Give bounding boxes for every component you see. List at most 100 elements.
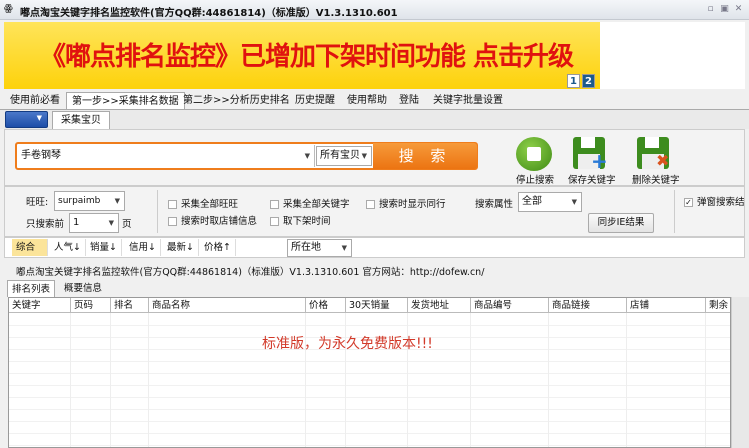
- column-line: [705, 313, 706, 447]
- stop-search-label[interactable]: 停止搜索: [516, 172, 554, 186]
- column-header[interactable]: 商品名称: [149, 298, 306, 313]
- wangwang-value: surpaimb: [58, 196, 101, 206]
- keyword-value: 手卷钢琴: [21, 150, 61, 161]
- checkbox-box: [168, 217, 177, 226]
- banner-page-2[interactable]: 2: [582, 74, 595, 88]
- delete-keyword-icon[interactable]: ✖: [637, 137, 669, 170]
- chevron-down-icon: ▼: [36, 114, 42, 122]
- row-line: [9, 445, 730, 446]
- check-icon: ✓: [684, 198, 693, 207]
- column-header[interactable]: 剩余: [706, 298, 730, 313]
- sync-ie-button[interactable]: 同步IE结果: [588, 213, 654, 233]
- search-attr-select[interactable]: 全部 ▼: [518, 192, 582, 212]
- tab-login[interactable]: 登陆: [394, 92, 424, 109]
- maximize-icon[interactable]: ▣: [719, 4, 730, 14]
- chevron-down-icon: ▼: [341, 244, 347, 252]
- row-line: [9, 385, 730, 386]
- collect-all-keywords-checkbox[interactable]: 采集全部关键字: [270, 196, 350, 210]
- banner-text: 《嘟点排名监控》已增加下架时间功能 点击升级: [40, 42, 574, 72]
- minimize-icon[interactable]: ▫: [705, 4, 716, 14]
- banner-page-1[interactable]: 1: [567, 74, 580, 88]
- separator: [157, 190, 158, 233]
- stop-icon[interactable]: [516, 137, 552, 171]
- row-line: [9, 433, 730, 434]
- pages-value: 1: [73, 217, 80, 228]
- tab-step1[interactable]: 第一步>>采集排名数据: [66, 92, 185, 109]
- row-line: [9, 397, 730, 398]
- sort-overall[interactable]: 综合: [12, 239, 48, 256]
- column-header[interactable]: 商品链接: [549, 298, 627, 313]
- delete-keyword-label[interactable]: 删除关键字: [632, 172, 680, 186]
- popup-results-checkbox[interactable]: ✓ 弹窗搜索结: [684, 194, 745, 208]
- column-header[interactable]: 关键字: [9, 298, 71, 313]
- search-attr-value: 全部: [522, 196, 542, 207]
- column-header[interactable]: 价格: [306, 298, 346, 313]
- tab-summary[interactable]: 概要信息: [60, 280, 106, 297]
- tab-rank-list[interactable]: 排名列表: [7, 280, 56, 297]
- column-header[interactable]: 页码: [71, 298, 111, 313]
- sort-sales[interactable]: 销量↓: [86, 239, 122, 256]
- row-line: [9, 373, 730, 374]
- checkbox-label: 搜索时取店铺信息: [181, 216, 258, 227]
- chevron-down-icon: ▼: [114, 197, 120, 205]
- subtab-bar: [0, 109, 749, 129]
- save-keyword-label[interactable]: 保存关键字: [568, 172, 616, 186]
- row-line: [9, 325, 730, 326]
- collect-all-wangwang-checkbox[interactable]: 采集全部旺旺: [168, 196, 238, 210]
- column-header[interactable]: 排名: [111, 298, 149, 313]
- sort-newest[interactable]: 最新↓: [163, 239, 199, 256]
- tab-collect-items[interactable]: 采集宝贝: [52, 111, 110, 129]
- column-header[interactable]: 发货地址: [408, 298, 471, 313]
- scope-value: 所有宝贝: [320, 150, 360, 161]
- title-bar: ꙮ 嘟点淘宝关键字排名监控软件(官方QQ群:44861814)（标准版）V1.3…: [0, 0, 749, 20]
- row-line: [9, 409, 730, 410]
- row-line: [9, 421, 730, 422]
- search-button[interactable]: 搜 索: [373, 143, 477, 169]
- close-icon[interactable]: ✕: [733, 4, 744, 14]
- column-header[interactable]: 店铺: [627, 298, 706, 313]
- sort-popularity[interactable]: 人气↓: [50, 239, 86, 256]
- checkbox-label: 弹窗搜索结: [697, 197, 745, 208]
- separator: [674, 190, 675, 233]
- tab-batch-keywords[interactable]: 关键字批量设置: [428, 92, 508, 109]
- column-header[interactable]: 商品编号: [471, 298, 549, 313]
- tab-history-alert[interactable]: 历史提醒: [290, 92, 340, 109]
- tab-read-first[interactable]: 使用前必看: [5, 92, 65, 109]
- checkbox-box: [270, 200, 279, 209]
- pages-select[interactable]: 1 ▼: [69, 213, 119, 233]
- checkbox-box: [270, 217, 279, 226]
- sort-credit[interactable]: 信用↓: [125, 239, 161, 256]
- chevron-down-icon: ▼: [571, 198, 577, 206]
- sort-price[interactable]: 价格↑: [200, 239, 236, 256]
- status-text: 嘟点淘宝关键字排名监控软件(官方QQ群:44861814)（标准版）V1.3.1…: [16, 267, 485, 278]
- checkbox-label: 采集全部旺旺: [181, 199, 239, 210]
- column-line: [470, 313, 471, 447]
- show-peers-checkbox[interactable]: 搜索时显示同行: [366, 196, 446, 210]
- upgrade-banner[interactable]: 《嘟点排名监控》已增加下架时间功能 点击升级: [4, 22, 600, 89]
- vertical-scrollbar[interactable]: [731, 297, 749, 448]
- pages-unit: 页: [122, 219, 132, 230]
- checkbox-box: [366, 200, 375, 209]
- fetch-shop-info-checkbox[interactable]: 搜索时取店铺信息: [168, 213, 257, 227]
- checkbox-label: 取下架时间: [283, 216, 331, 227]
- location-value: 所在地: [291, 242, 321, 253]
- fetch-delist-time-checkbox[interactable]: 取下架时间: [270, 213, 331, 227]
- menu-dropdown-button[interactable]: ▼: [5, 111, 48, 128]
- wangwang-select[interactable]: surpaimb ▼: [54, 191, 125, 211]
- divider: [314, 145, 315, 167]
- column-header[interactable]: 30天销量: [346, 298, 408, 313]
- search-attr-label: 搜索属性: [475, 199, 514, 210]
- location-select[interactable]: 所在地 ▼: [287, 239, 352, 257]
- window-title: 嘟点淘宝关键字排名监控软件(官方QQ群:44861814)（标准版）V1.3.1…: [20, 8, 398, 19]
- banner-blank: [600, 22, 745, 89]
- chevron-down-icon[interactable]: ▼: [305, 145, 310, 167]
- checkbox-box: [168, 200, 177, 209]
- tab-help[interactable]: 使用帮助: [342, 92, 392, 109]
- app-icon: ꙮ: [4, 3, 13, 14]
- column-line: [148, 313, 149, 447]
- tab-step2[interactable]: 第二步>>分析历史排名: [178, 92, 295, 109]
- keyword-input[interactable]: 手卷钢琴 ▼: [18, 145, 314, 167]
- scope-select[interactable]: 所有宝贝 ▼: [316, 146, 372, 166]
- chevron-down-icon: ▼: [108, 219, 114, 227]
- save-keyword-icon[interactable]: +: [573, 137, 608, 171]
